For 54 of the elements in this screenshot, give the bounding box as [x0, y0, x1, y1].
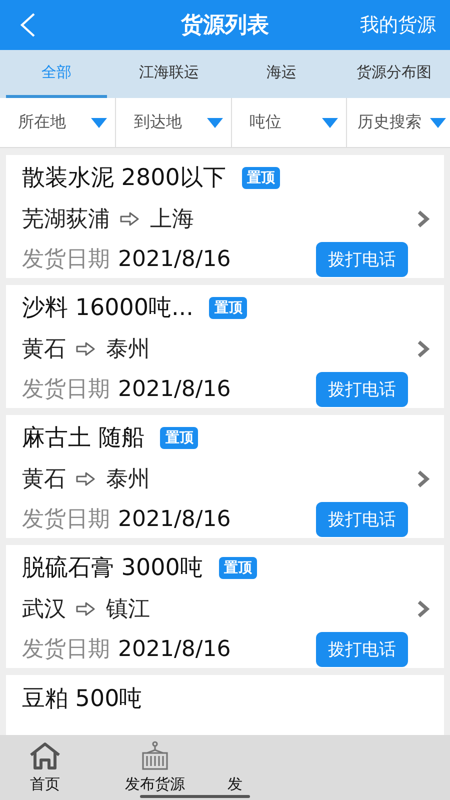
- pinned-badge: 置顶: [242, 166, 280, 189]
- origin-text: 黄石: [22, 466, 66, 494]
- origin-text: 武汉: [22, 596, 66, 624]
- date-label: 发货日期: [22, 506, 110, 534]
- chevron-icon: [416, 208, 430, 228]
- cargo-title: 散装水泥 2800以下: [22, 164, 226, 194]
- date-label: 发货日期: [22, 376, 110, 404]
- date-label: 发货日期: [22, 636, 110, 664]
- destination-text: 泰州: [106, 336, 150, 364]
- filter-dropdown[interactable]: 所在地: [0, 98, 116, 148]
- pinned-badge: 置顶: [160, 426, 198, 449]
- cargo-card[interactable]: 散装水泥 2800以下 置顶 芜湖荻浦 上海 发货日期 2021/8/16 拨打电话: [6, 155, 444, 278]
- nav-tab[interactable]: 发布货源: [90, 735, 220, 800]
- dropdown-icon: [90, 118, 107, 128]
- chevron-icon: [416, 468, 430, 488]
- page-title: 货源列表: [181, 13, 269, 38]
- destination-text: 泰州: [106, 466, 150, 494]
- chevron-icon: [416, 338, 430, 358]
- dropdown-icon: [322, 118, 338, 128]
- cargo-card[interactable]: 沙料 16000吨... 置顶 黄石 泰州 发货日期 2021/8/16 拨打电话: [6, 285, 444, 408]
- date-text: 2021/8/16: [118, 246, 231, 272]
- arrow-icon: [76, 342, 96, 356]
- date-text: 2021/8/16: [118, 376, 231, 402]
- chevron-icon: [416, 598, 430, 618]
- filter-dropdown[interactable]: 到达地: [116, 98, 232, 148]
- tab[interactable]: 货源分布图: [344, 50, 444, 98]
- filter-dropdown[interactable]: 历史搜索: [347, 98, 450, 148]
- nav-tab[interactable]: 首页: [0, 735, 90, 800]
- pinned-badge: 置顶: [218, 556, 257, 579]
- dropdown-icon: [206, 118, 222, 128]
- cargo-card[interactable]: 脱硫石膏 3000吨 置顶 武汉 镇江 发货日期 2021/8/16 拨打电话: [6, 545, 444, 668]
- home-icon: [28, 741, 62, 771]
- date-text: 2021/8/16: [118, 636, 231, 662]
- origin-text: 黄石: [22, 336, 66, 364]
- date-label: 发货日期: [22, 246, 110, 274]
- cargo-title: 沙料 16000吨...: [22, 294, 194, 324]
- arrow-icon: [76, 602, 96, 616]
- cargo-title: 脱硫石膏 3000吨: [22, 554, 203, 584]
- date-text: 2021/8/16: [118, 506, 231, 532]
- filter-dropdown[interactable]: 吨位: [232, 98, 348, 148]
- origin-text: 芜湖荻浦: [22, 206, 110, 234]
- pinned-badge: 置顶: [209, 296, 248, 319]
- nav-tab[interactable]: 发: [220, 735, 250, 800]
- destination-text: 上海: [150, 206, 194, 234]
- arrow-icon: [120, 212, 140, 226]
- cargo-title: 麻古土 随船: [22, 424, 144, 454]
- tab[interactable]: 江海联运: [118, 50, 219, 98]
- arrow-icon: [76, 472, 96, 486]
- cargo-card[interactable]: 麻古土 随船 置顶 黄石 泰州 发货日期 2021/8/16 拨打电话: [6, 415, 444, 538]
- dropdown-icon: [430, 118, 446, 128]
- cargo-title: 豆粕 500吨: [22, 684, 142, 714]
- cargo-card[interactable]: 豆粕 500吨: [6, 675, 444, 735]
- destination-text: 镇江: [106, 596, 150, 624]
- tab[interactable]: 海运: [231, 50, 332, 98]
